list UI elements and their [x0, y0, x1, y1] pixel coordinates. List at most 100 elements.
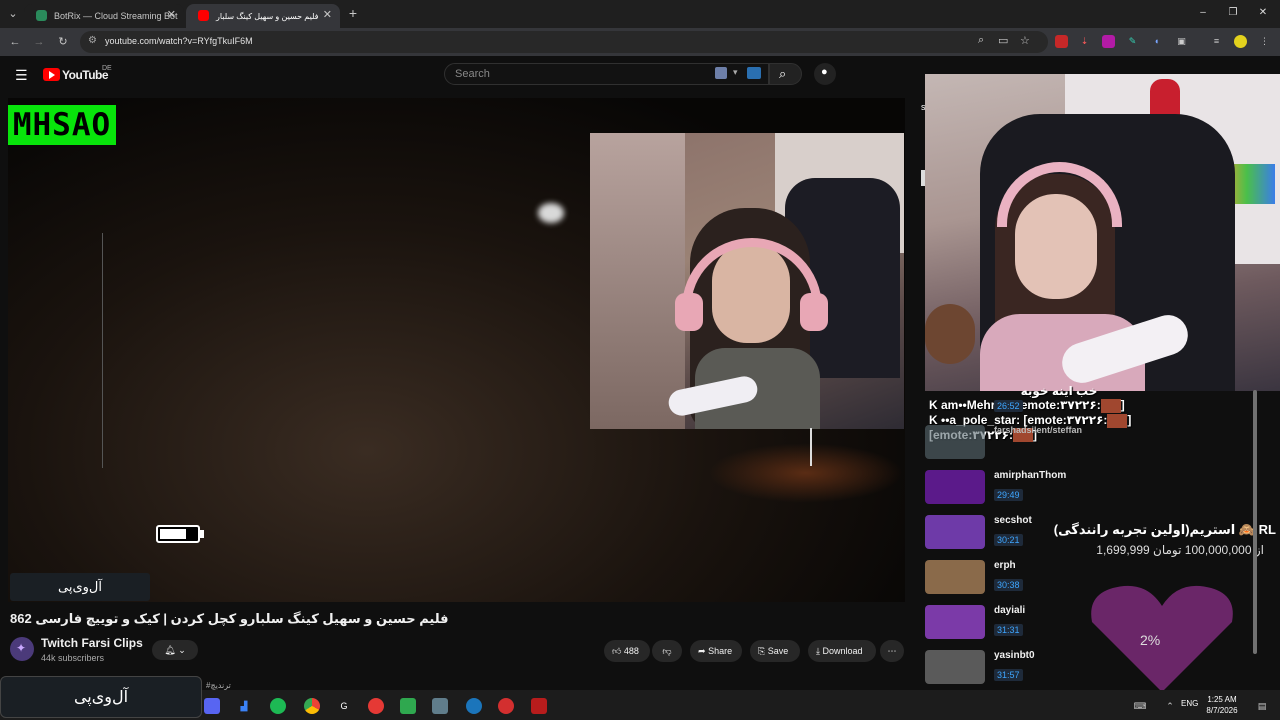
emote-icon — [1107, 413, 1128, 428]
profile-avatar[interactable] — [1234, 35, 1247, 48]
app-gray-icon[interactable] — [432, 698, 448, 714]
clip-thumbnail[interactable] — [925, 605, 985, 639]
channel-avatar[interactable]: ✦ — [10, 637, 34, 661]
bookmark-star-icon[interactable]: ☆ — [1020, 34, 1030, 47]
clip-user[interactable]: secshot — [994, 515, 1032, 526]
reading-list-icon[interactable]: ≡ — [1210, 35, 1223, 48]
chrome-icon[interactable] — [304, 698, 320, 714]
close-tab-icon[interactable]: ✕ — [323, 8, 332, 21]
tab-botrix[interactable]: BotRix — Cloud Streaming Bot ✕ — [24, 4, 184, 28]
channel-name[interactable]: Twitch Farsi Clips — [41, 636, 143, 650]
tab-youtube[interactable]: فلیم حسین و سهیل کینگ سلبار ✕ — [186, 4, 340, 28]
hashtag[interactable]: #ترندیچ — [206, 681, 231, 690]
subscriber-count: 44k subscribers — [41, 653, 105, 663]
extension-pink-icon[interactable] — [1102, 35, 1115, 48]
forward-icon[interactable]: → — [32, 35, 46, 49]
youtube-favicon-icon — [198, 10, 209, 21]
tab-strip: ⌄ BotRix — Cloud Streaming Bot ✕ فلیم حس… — [0, 0, 1280, 28]
search-input[interactable]: Search ▾ — [444, 63, 769, 85]
clip-user[interactable]: amirphanThom — [994, 470, 1066, 481]
botrix-favicon-icon — [36, 10, 47, 21]
chevron-down-icon: ⌄ — [178, 645, 186, 655]
maximize-icon[interactable]: ❐ — [1226, 6, 1240, 20]
extension-blue-icon[interactable]: ◖ — [1150, 35, 1163, 48]
site-info-icon[interactable]: ⚙ — [88, 35, 97, 46]
clip-thumbnail[interactable] — [925, 470, 985, 504]
bookmark-icon: ⎘ — [758, 646, 766, 656]
more-horiz-icon: ⋯ — [887, 646, 897, 656]
youtube-logo-icon[interactable] — [43, 68, 60, 81]
spotify-icon[interactable] — [270, 698, 286, 714]
tab-botrix-label: BotRix — Cloud Streaming Bot — [54, 11, 178, 21]
app-red-icon[interactable] — [498, 698, 514, 714]
close-window-icon[interactable]: ✕ — [1256, 6, 1270, 20]
save-label: Save — [767, 646, 789, 656]
tray-chevron-icon[interactable]: ⌃ — [1162, 698, 1178, 714]
scrollbar[interactable] — [1253, 390, 1257, 654]
chart-app-icon[interactable]: ▟ — [236, 698, 252, 714]
sponsor-badge-large: آل‌وی‌پی — [0, 676, 202, 718]
minimize-icon[interactable]: – — [1196, 6, 1210, 20]
omnibox[interactable]: ⚙ youtube.com/watch?v=RYfgTkuIF6M ⌕ ▭ ☆ — [80, 31, 1048, 53]
clip-thumbnail[interactable] — [925, 560, 985, 594]
keyboard-icon[interactable] — [715, 67, 727, 79]
thumbs-down-icon: 👎︎ — [662, 646, 672, 656]
app-g-icon[interactable]: G — [336, 698, 352, 714]
dota-icon[interactable] — [531, 698, 547, 714]
clip-time: 31:57 — [994, 669, 1023, 681]
clip-time: 31:31 — [994, 624, 1023, 636]
dropdown-icon[interactable]: ▾ — [733, 67, 738, 78]
clip-user[interactable]: dayiali — [994, 605, 1025, 616]
dislike-button[interactable]: 👎︎ — [652, 640, 682, 662]
language-indicator[interactable]: ENG — [1181, 699, 1198, 708]
tab-search-icon[interactable]: ⌄ — [6, 7, 20, 21]
app-green-icon[interactable] — [400, 698, 416, 714]
extension-red-icon[interactable] — [1055, 35, 1068, 48]
new-tab-icon[interactable]: + — [346, 6, 360, 20]
search-button[interactable]: ⌕ — [769, 63, 802, 85]
save-button[interactable]: ⎘ Save — [750, 640, 800, 662]
notification-bell-button[interactable]: 🔔︎ ⌄ — [152, 640, 198, 660]
clip-user[interactable]: farshadsilent/steffan — [994, 425, 1082, 435]
clip-user[interactable]: erph — [994, 560, 1016, 571]
steam-icon[interactable] — [466, 698, 482, 714]
battery-tip — [200, 530, 204, 538]
clip-thumbnail[interactable] — [925, 515, 985, 549]
discord-icon[interactable] — [204, 698, 220, 714]
like-button[interactable]: 👍︎ 488 — [604, 640, 650, 662]
capcut-icon[interactable] — [368, 698, 384, 714]
video-player[interactable]: MHSAO آل‌وی‌پی — [8, 98, 905, 602]
close-tab-icon[interactable]: ✕ — [167, 8, 176, 21]
video-line — [102, 233, 103, 468]
translate-extension-icon[interactable] — [747, 67, 761, 79]
voice-search-button[interactable]: ● — [814, 63, 836, 85]
share-button[interactable]: ➦ Share — [690, 640, 742, 662]
cast-icon[interactable]: ▭ — [998, 34, 1008, 47]
clip-time: 30:21 — [994, 534, 1023, 546]
extensions-puzzle-icon[interactable]: ▣ — [1175, 35, 1188, 48]
clip-thumbnail[interactable] — [925, 425, 985, 459]
notifications-icon[interactable]: ▤ — [1254, 698, 1270, 714]
hamburger-menu-icon[interactable]: ☰ — [15, 67, 28, 84]
extension-teal-icon[interactable]: ✎ — [1126, 35, 1139, 48]
thumbs-up-icon: 👍︎ — [612, 646, 622, 656]
clip-time: 26:52 — [994, 400, 1023, 412]
back-icon[interactable]: ← — [8, 35, 22, 49]
microphone-icon: ● — [821, 66, 828, 78]
streamer-webcam — [590, 133, 904, 429]
donation-heart-icon — [1091, 585, 1233, 692]
menu-kebab-icon[interactable]: ⋮ — [1258, 35, 1271, 48]
more-actions-button[interactable]: ⋯ — [880, 640, 904, 662]
goal-percent: 2% — [1140, 632, 1161, 648]
cursor-line — [810, 428, 812, 466]
address-bar: ← → ↻ ⚙ youtube.com/watch?v=RYfgTkuIF6M … — [0, 28, 1280, 56]
keyboard-tray-icon[interactable]: ⌨ — [1132, 698, 1148, 714]
clock[interactable]: 1:25 AM 8/7/2026 — [1200, 694, 1244, 716]
extension-arrow-icon[interactable]: ⇣ — [1078, 35, 1091, 48]
download-button[interactable]: ⤓ Download — [808, 640, 876, 662]
reload-icon[interactable]: ↻ — [56, 35, 70, 49]
clip-thumbnail[interactable] — [925, 650, 985, 684]
zoom-icon[interactable]: ⌕ — [978, 34, 984, 47]
url-text[interactable]: youtube.com/watch?v=RYfgTkuIF6M — [105, 36, 253, 46]
clip-user[interactable]: yasinbt0 — [994, 650, 1035, 661]
